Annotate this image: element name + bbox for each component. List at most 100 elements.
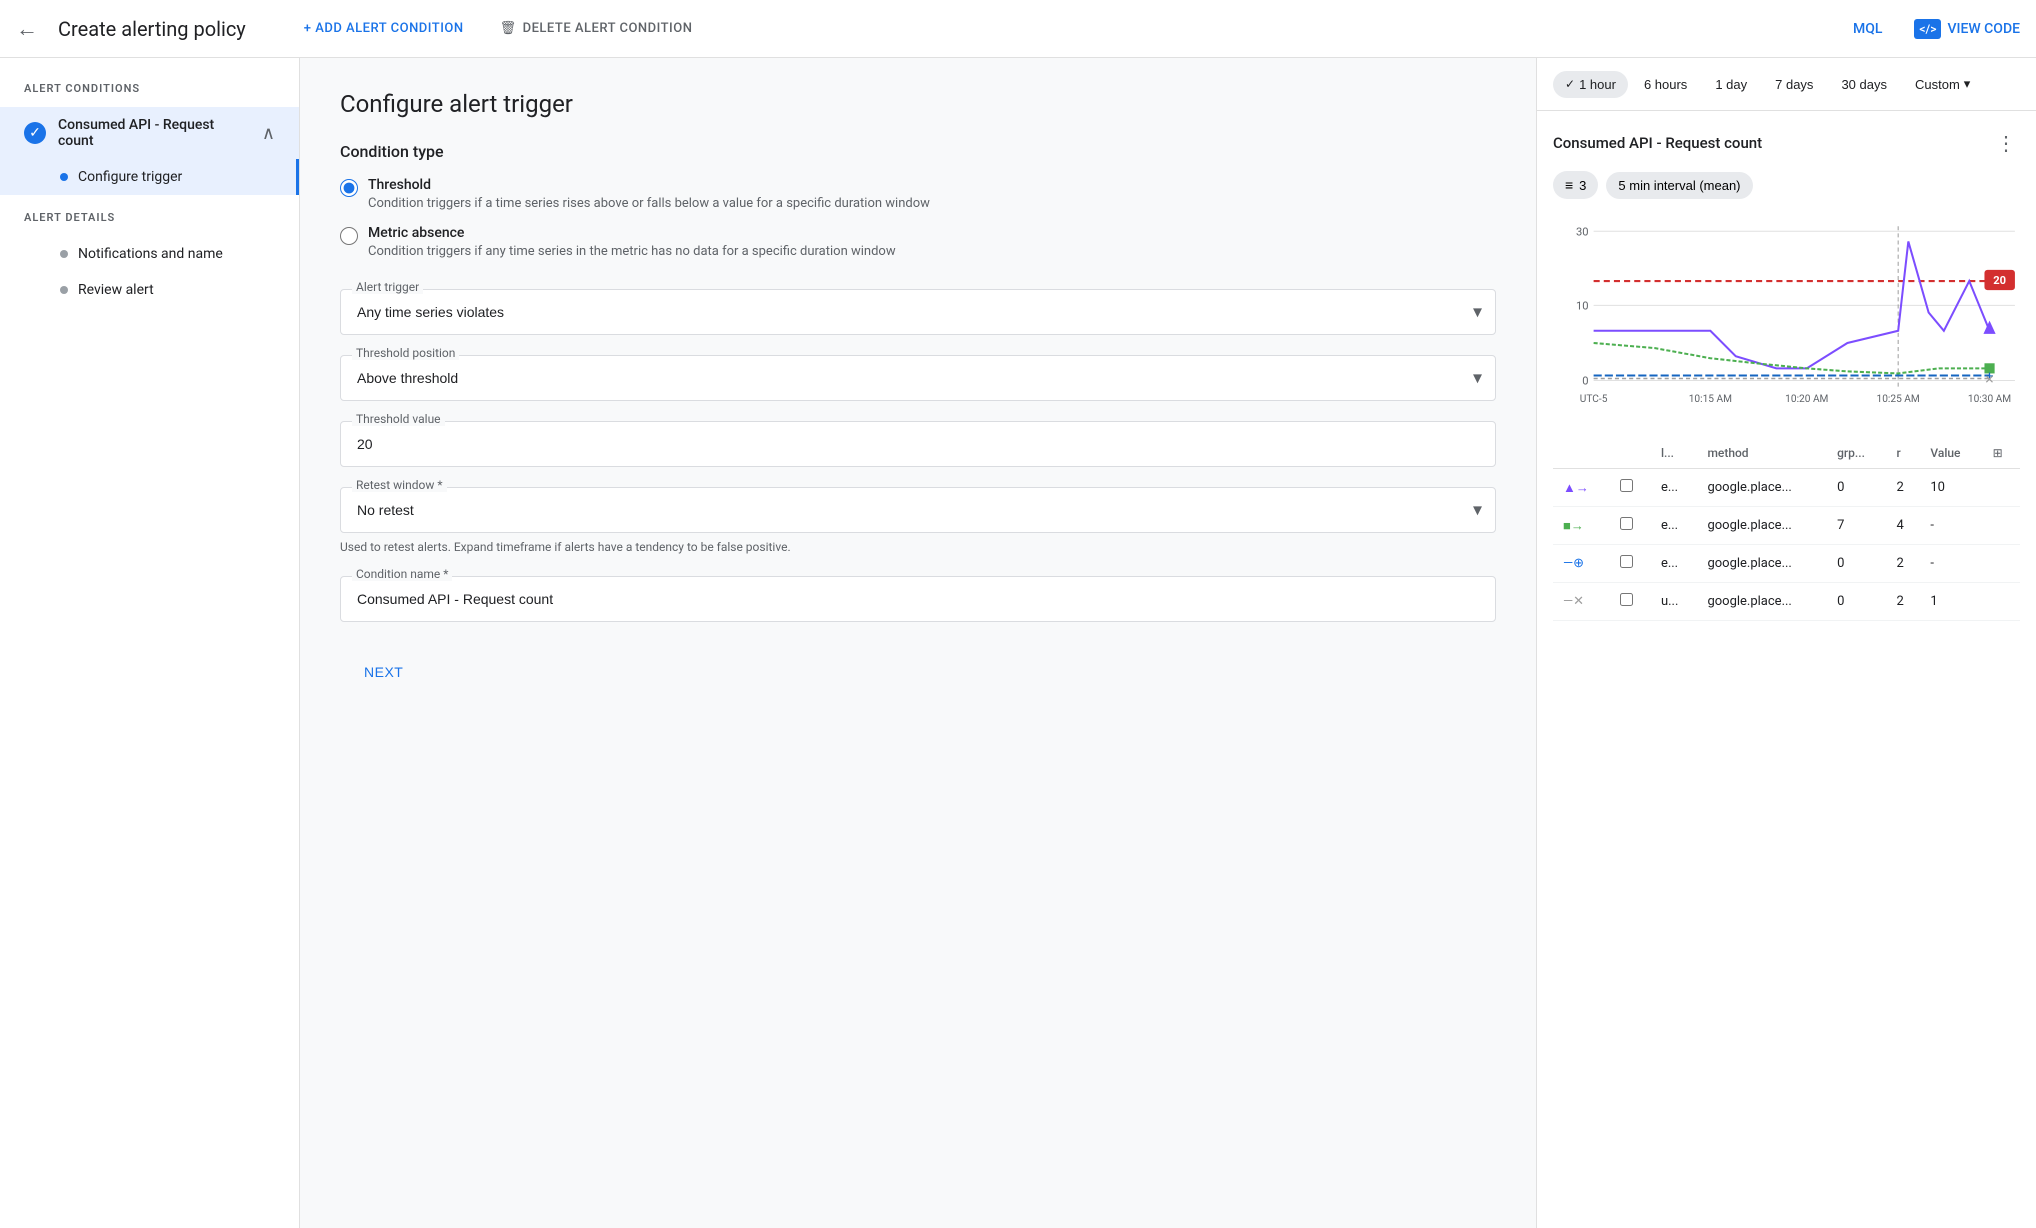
grp-cell: 0 [1827, 545, 1886, 583]
time-1hour-button[interactable]: ✓ 1 hour [1553, 71, 1628, 98]
svg-text:UTC-5: UTC-5 [1580, 394, 1608, 405]
l-value-cell: e... [1651, 469, 1698, 507]
svg-text:10:15 AM: 10:15 AM [1689, 394, 1732, 405]
series-icon-cell: —✕ [1553, 583, 1610, 621]
sidebar-item-consumed-api[interactable]: ✓ Consumed API - Request count ∧ [0, 107, 299, 159]
alert-trigger-field: Alert trigger Any time series violates ▾ [340, 289, 1496, 335]
threshold-radio-label: Threshold [368, 177, 930, 193]
row-checkbox-cell[interactable] [1610, 507, 1651, 545]
col-method: method [1697, 438, 1827, 469]
metric-absence-radio-option[interactable]: Metric absence Condition triggers if any… [340, 225, 1496, 261]
threshold-radio-option[interactable]: Threshold Condition triggers if a time s… [340, 177, 1496, 213]
threshold-position-select-wrapper: Above threshold ▾ [340, 355, 1496, 401]
next-button[interactable]: NEXT [340, 654, 427, 690]
time-range-bar: ✓ 1 hour 6 hours 1 day 7 days 30 days Cu… [1537, 58, 2036, 111]
condition-name-input[interactable] [340, 576, 1496, 622]
chevron-up-icon: ∧ [262, 123, 275, 144]
chevron-down-icon-time: ▾ [1964, 76, 1971, 92]
method-cell: google.place... [1697, 469, 1827, 507]
alert-trigger-select[interactable]: Any time series violates [340, 289, 1496, 335]
r-cell: 2 [1886, 583, 1920, 621]
svg-text:20: 20 [1993, 274, 2006, 287]
sidebar-item-notifications[interactable]: Notifications and name [0, 236, 299, 272]
row-checkbox[interactable] [1620, 479, 1633, 492]
grp-cell: 7 [1827, 507, 1886, 545]
sidebar: ALERT CONDITIONS ✓ Consumed API - Reques… [0, 58, 300, 1228]
alert-details-label: ALERT DETAILS [0, 211, 299, 236]
back-button[interactable]: ← [16, 16, 38, 42]
grp-cell: 0 [1827, 469, 1886, 507]
svg-text:✕: ✕ [1984, 373, 1994, 387]
method-cell: google.place... [1697, 583, 1827, 621]
main-content: Configure alert trigger Condition type T… [300, 58, 1536, 1228]
alert-trigger-select-wrapper: Any time series violates ▾ [340, 289, 1496, 335]
threshold-value-field: Threshold value [340, 421, 1496, 467]
filter-button[interactable]: ≡ 3 [1553, 171, 1598, 199]
threshold-radio[interactable] [340, 179, 358, 197]
condition-type-radio-group: Threshold Condition triggers if a time s… [340, 177, 1496, 261]
threshold-position-field: Threshold position Above threshold ▾ [340, 355, 1496, 401]
row-checkbox[interactable] [1620, 517, 1633, 530]
threshold-radio-desc: Condition triggers if a time series rise… [368, 195, 930, 213]
interval-button[interactable]: 5 min interval (mean) [1606, 172, 1752, 199]
col-bars: ⊞ [1983, 438, 2020, 469]
gray-x-icon: —✕ [1563, 594, 1584, 609]
value-cell: 10 [1920, 469, 1982, 507]
table-row: —✕ u... google.place... 0 2 1 [1553, 583, 2020, 621]
inactive-dot-icon-2 [60, 286, 68, 294]
chart-container: Consumed API - Request count ⋮ ≡ 3 5 min… [1537, 111, 2036, 637]
time-6hours-button[interactable]: 6 hours [1632, 71, 1699, 98]
row-checkbox-cell[interactable] [1610, 545, 1651, 583]
trash-icon: 🗑 [500, 21, 517, 36]
l-value-cell: e... [1651, 545, 1698, 583]
svg-text:10:30 AM: 10:30 AM [1968, 394, 2011, 405]
active-dot-icon [60, 173, 68, 181]
method-cell: google.place... [1697, 507, 1827, 545]
add-alert-condition-button[interactable]: + ADD ALERT CONDITION [296, 15, 472, 42]
row-checkbox[interactable] [1620, 555, 1633, 568]
purple-triangle-icon: ▲→ [1563, 481, 1589, 496]
chart-controls: ≡ 3 5 min interval (mean) [1553, 171, 2020, 199]
inactive-dot-icon [60, 250, 68, 258]
more-options-icon[interactable]: ⋮ [1992, 127, 2020, 159]
row-checkbox-cell[interactable] [1610, 583, 1651, 621]
sidebar-item-review-alert[interactable]: Review alert [0, 272, 299, 308]
notifications-label: Notifications and name [78, 246, 223, 262]
retest-window-select[interactable]: No retest [340, 487, 1496, 533]
configure-trigger-label: Configure trigger [78, 169, 182, 185]
sidebar-item-configure-trigger[interactable]: Configure trigger [0, 159, 299, 195]
svg-text:10:20 AM: 10:20 AM [1785, 394, 1828, 405]
table-row: —⊕ e... google.place... 0 2 - [1553, 545, 2020, 583]
condition-name-label: Condition name [352, 567, 452, 581]
filter-icon: ≡ [1565, 177, 1573, 193]
bars-icon: ⊞ [1993, 446, 2003, 460]
mql-button[interactable]: MQL [1853, 21, 1882, 37]
row-checkbox-cell[interactable] [1610, 469, 1651, 507]
retest-window-select-wrapper: No retest ▾ [340, 487, 1496, 533]
threshold-position-label: Threshold position [352, 346, 459, 360]
retest-window-field: Retest window No retest ▾ Used to retest… [340, 487, 1496, 556]
time-7days-button[interactable]: 7 days [1763, 71, 1825, 98]
row-checkbox[interactable] [1620, 593, 1633, 606]
chart-svg: 30 10 0 20 [1553, 211, 2020, 434]
value-cell: - [1920, 545, 1982, 583]
table-row: ▲→ e... google.place... 0 2 10 [1553, 469, 2020, 507]
retest-window-label: Retest window [352, 478, 447, 492]
metric-absence-radio[interactable] [340, 227, 358, 245]
green-square-icon: ■→ [1563, 519, 1584, 534]
threshold-value-input[interactable] [340, 421, 1496, 467]
time-30days-button[interactable]: 30 days [1829, 71, 1899, 98]
time-1day-button[interactable]: 1 day [1703, 71, 1759, 98]
view-code-button[interactable]: </> VIEW CODE [1914, 19, 2020, 39]
alert-conditions-label: ALERT CONDITIONS [0, 82, 299, 107]
method-cell: google.place... [1697, 545, 1827, 583]
check-icon: ✓ [24, 122, 46, 144]
time-custom-button[interactable]: Custom ▾ [1903, 70, 1982, 98]
review-alert-label: Review alert [78, 282, 154, 298]
l-value-cell: u... [1651, 583, 1698, 621]
topbar: ← Create alerting policy + ADD ALERT CON… [0, 0, 2036, 58]
threshold-position-select[interactable]: Above threshold [340, 355, 1496, 401]
value-cell: - [1920, 507, 1982, 545]
chart-title: Consumed API - Request count [1553, 134, 1762, 152]
delete-alert-condition-button[interactable]: 🗑 DELETE ALERT CONDITION [492, 15, 701, 42]
